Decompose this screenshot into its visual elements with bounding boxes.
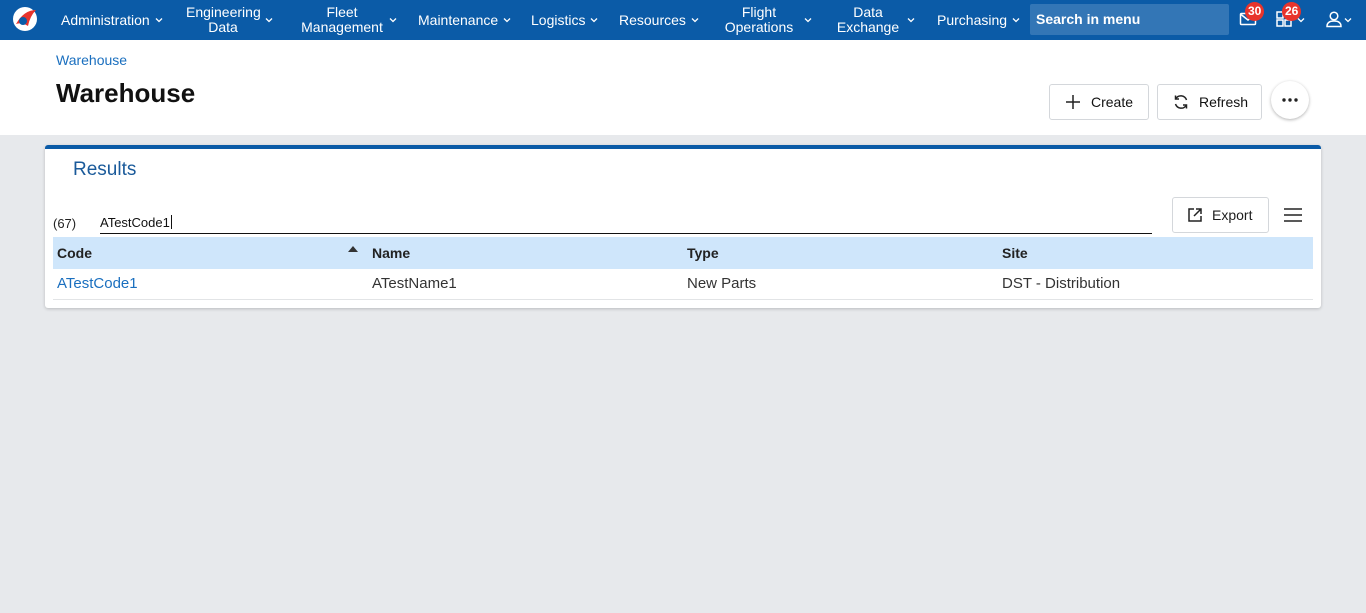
cell-code[interactable]: ATestCode1 bbox=[57, 269, 138, 299]
nav-engineering-data[interactable]: Engineering Data bbox=[186, 0, 273, 40]
nav-label: Logistics bbox=[531, 11, 586, 28]
nav-label: Maintenance bbox=[418, 11, 499, 28]
chevron-down-icon bbox=[265, 18, 273, 23]
nav-flight-operations[interactable]: Flight Operations bbox=[724, 0, 812, 40]
create-button[interactable]: Create bbox=[1049, 84, 1149, 120]
filter-input-value: ATestCode1 bbox=[100, 215, 170, 230]
chevron-down-icon[interactable] bbox=[1297, 16, 1305, 24]
column-header-code[interactable]: Code bbox=[57, 237, 357, 269]
table-row[interactable]: ATestCode1 ATestName1 New Parts DST - Di… bbox=[53, 269, 1313, 300]
nav-label: Resources bbox=[619, 11, 686, 28]
chevron-down-icon bbox=[591, 18, 598, 23]
cell-name: ATestName1 bbox=[372, 275, 457, 292]
nav-label: Purchasing bbox=[937, 11, 1008, 28]
column-menu-icon[interactable] bbox=[1284, 208, 1302, 222]
nav-resources[interactable]: Resources bbox=[619, 0, 699, 40]
column-header-type[interactable]: Type bbox=[687, 237, 719, 269]
text-caret bbox=[170, 215, 172, 229]
refresh-icon bbox=[1174, 95, 1188, 109]
column-header-name[interactable]: Name bbox=[372, 237, 410, 269]
plus-icon bbox=[1066, 95, 1080, 109]
table-header: Code Name Type Site bbox=[53, 237, 1313, 269]
chevron-down-icon bbox=[907, 18, 915, 23]
chevron-down-icon bbox=[155, 18, 163, 23]
menu-search-input[interactable]: Search in menu bbox=[1030, 4, 1229, 35]
nav-fleet-management[interactable]: Fleet Management bbox=[300, 0, 397, 40]
more-options-button[interactable] bbox=[1271, 81, 1309, 119]
breadcrumb[interactable]: Warehouse bbox=[56, 52, 127, 68]
chevron-down-icon bbox=[804, 18, 812, 23]
nav-data-exchange[interactable]: Data Exchange bbox=[836, 0, 915, 40]
chevron-down-icon[interactable] bbox=[1344, 16, 1352, 24]
export-button[interactable]: Export bbox=[1172, 197, 1269, 233]
results-count: (67) bbox=[53, 216, 77, 231]
nav-administration[interactable]: Administration bbox=[61, 0, 163, 40]
refresh-button-label: Refresh bbox=[1199, 94, 1249, 110]
cell-type: New Parts bbox=[687, 275, 757, 292]
filter-input[interactable]: ATestCode1 bbox=[100, 214, 1152, 234]
chevron-down-icon bbox=[389, 18, 397, 23]
results-panel: Results (67) ATestCode1 Export Code Name… bbox=[45, 145, 1321, 308]
nav-label: Engineering Data bbox=[186, 4, 261, 35]
nav-label: Flight Operations bbox=[724, 4, 794, 35]
results-title: Results bbox=[73, 159, 137, 180]
column-header-site[interactable]: Site bbox=[1002, 237, 1028, 269]
chevron-down-icon bbox=[503, 18, 511, 23]
chevron-down-icon bbox=[691, 18, 699, 23]
chevron-down-icon bbox=[1012, 18, 1020, 23]
user-icon[interactable] bbox=[1325, 10, 1343, 28]
nav-purchasing[interactable]: Purchasing bbox=[937, 0, 1020, 40]
cell-site: DST - Distribution bbox=[1002, 275, 1121, 292]
export-button-label: Export bbox=[1212, 207, 1253, 223]
nav-label: Data Exchange bbox=[836, 4, 900, 35]
refresh-button[interactable]: Refresh bbox=[1157, 84, 1262, 120]
nav-label: Administration bbox=[61, 11, 150, 28]
top-navigation-bar: Administration Engineering Data Fleet Ma… bbox=[0, 0, 1366, 40]
nav-label: Fleet Management bbox=[301, 4, 383, 35]
page-title: Warehouse bbox=[56, 78, 196, 108]
ellipsis-icon bbox=[1282, 98, 1298, 102]
mail-count-badge: 30 bbox=[1245, 2, 1265, 21]
nav-logistics[interactable]: Logistics bbox=[531, 0, 598, 40]
external-link-icon bbox=[1188, 208, 1202, 222]
create-button-label: Create bbox=[1091, 94, 1134, 110]
app-logo-icon[interactable] bbox=[10, 4, 40, 34]
sort-ascending-icon bbox=[348, 246, 358, 252]
page-header: Warehouse Warehouse Create Refresh bbox=[0, 40, 1366, 135]
nav-maintenance[interactable]: Maintenance bbox=[418, 0, 511, 40]
